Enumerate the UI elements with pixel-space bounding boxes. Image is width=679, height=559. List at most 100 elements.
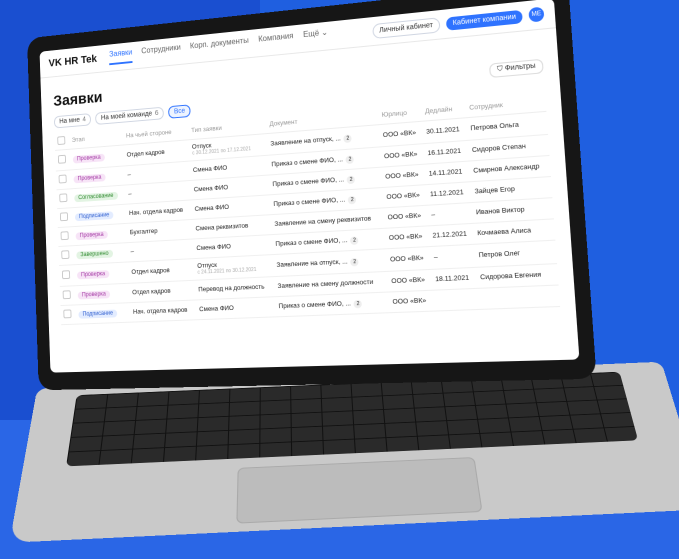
side-cell: Нач. отдела кадров: [129, 299, 197, 323]
status-badge: Проверка: [72, 153, 106, 164]
document-count: 2: [350, 257, 359, 266]
header-checkbox-cell: [54, 132, 70, 151]
entity-cell: ООО «ВК»: [386, 246, 432, 272]
document-name: Заявление на отпуск, ...: [276, 258, 348, 269]
entity-cell: ООО «ВК»: [382, 184, 428, 208]
chip-label: На мне: [59, 116, 80, 126]
row-checkbox[interactable]: [58, 174, 67, 184]
filter-chip[interactable]: На мне 4: [53, 113, 92, 129]
deadline-cell: 21.12.2021: [428, 223, 475, 247]
table-body: Проверка Отдел кадров Отпуск с 30.12.2021 п…: [55, 111, 561, 325]
document-count: 2: [350, 235, 359, 245]
document-count: 2: [345, 154, 355, 164]
employee-cell: [477, 285, 561, 310]
type-label: Смена ФИО: [196, 243, 232, 253]
document-count: 2: [343, 133, 353, 143]
document-link[interactable]: Заявление на отпуск, ... 2: [270, 132, 377, 148]
type-label: Смена ФИО: [194, 203, 230, 213]
row-checkbox[interactable]: [62, 290, 71, 300]
row-checkbox[interactable]: [60, 231, 69, 241]
status-badge: Подписание: [77, 309, 118, 319]
status-badge: Подписание: [74, 210, 114, 221]
document-link[interactable]: Приказ о смене ФИО, ... 2: [278, 298, 386, 310]
document-name: Приказ о смене ФИО, ...: [273, 196, 346, 209]
stage-cell: Проверка: [74, 283, 130, 305]
row-checkbox[interactable]: [61, 270, 71, 280]
nav-item[interactable]: Сотрудники: [141, 43, 181, 62]
document-link[interactable]: Заявление на отпуск, ... 2: [276, 256, 384, 269]
checkbox-cell: [59, 264, 75, 287]
stage-cell: Проверка: [73, 261, 130, 286]
deadline-cell: –: [427, 202, 474, 226]
nav-item[interactable]: Корп. документы: [190, 36, 249, 57]
document-name: Заявление на смену должности: [277, 278, 374, 291]
avatar[interactable]: МЕ: [528, 6, 545, 23]
entity-cell: ООО «ВК»: [388, 290, 434, 313]
document-count: 2: [346, 175, 356, 184]
checkbox-cell: [56, 188, 72, 209]
document-link[interactable]: Приказ о смене ФИО, ... 2: [272, 173, 379, 188]
checkbox-cell: [59, 285, 76, 306]
type-label: Перевод на должность: [198, 283, 265, 294]
type-label: Смена реквизитов: [195, 222, 249, 233]
row-checkbox[interactable]: [59, 212, 69, 222]
row-checkbox[interactable]: [61, 250, 70, 260]
document-link[interactable]: Заявление на смену должности: [277, 278, 385, 290]
entity-cell: ООО «ВК»: [384, 205, 429, 229]
status-badge: Проверка: [73, 173, 107, 183]
entity-cell: ООО «ВК»: [381, 164, 427, 188]
type-label: Смена ФИО: [199, 304, 235, 314]
laptop-screen-bezel: VK HR Tek Заявки Сотрудники Корп. документ…: [27, 0, 597, 391]
row-checkbox[interactable]: [63, 309, 72, 319]
checkbox-cell: [55, 149, 71, 172]
deadline-cell: 14.11.2021: [425, 161, 471, 185]
status-badge: Согласование: [73, 191, 119, 202]
document-name: Заявление на смену реквизитов: [274, 215, 372, 228]
document-count: 2: [353, 299, 363, 308]
filter-chip[interactable]: Все: [168, 104, 191, 119]
checkbox-cell: [60, 304, 76, 325]
laptop-screen: VK HR Tek Заявки Сотрудники Корп. документ…: [39, 0, 580, 373]
personal-cabinet-button[interactable]: Личный кабинет: [371, 16, 441, 39]
type-label: Смена ФИО: [192, 164, 228, 174]
chip-label: На моей команде: [100, 110, 153, 122]
checkbox-cell: [55, 169, 71, 190]
document-link[interactable]: Приказ о смене ФИО, ... 2: [273, 194, 380, 209]
brand-logo: VK HR Tek: [48, 53, 98, 70]
deadline-cell: 11.12.2021: [426, 181, 473, 206]
document-name: Заявление на отпуск, ...: [270, 135, 342, 148]
side-cell: Отдел кадров: [128, 258, 196, 284]
company-cabinet-button[interactable]: Кабинет компании: [446, 9, 523, 31]
entity-cell: ООО «ВК»: [379, 121, 424, 147]
status-badge: Завершено: [75, 249, 114, 259]
touchpad: [236, 457, 483, 524]
main-content: Заявки ⛉ Фильтры На мне 4 На моей команде 6…: [40, 28, 576, 335]
stage-cell: Подписание: [75, 302, 131, 325]
status-badge: Проверка: [76, 269, 110, 279]
nav-item[interactable]: Ещё ⌄: [303, 28, 329, 46]
document-name: Приказ о смене ФИО, ...: [275, 237, 348, 248]
type-label: Смена ФИО: [193, 184, 229, 194]
row-checkbox[interactable]: [59, 193, 68, 203]
document-cell: Приказ о смене ФИО, ... 2: [275, 292, 391, 317]
nav-item[interactable]: Компания: [258, 31, 294, 50]
select-all-checkbox[interactable]: [57, 135, 66, 146]
deadline-cell: 30.11.2021: [422, 117, 469, 144]
document-link[interactable]: Приказ о смене ФИО, ... 2: [271, 153, 378, 169]
page-title: Заявки: [53, 89, 103, 110]
status-badge: Проверка: [77, 289, 111, 300]
document-link[interactable]: Приказ о смене ФИО, ... 2: [275, 235, 383, 249]
document-link[interactable]: Заявление на смену реквизитов: [274, 215, 381, 228]
document-name: Приказ о смене ФИО, ...: [271, 156, 344, 169]
status-badge: Проверка: [75, 230, 109, 240]
document-name: Приказ о смене ФИО, ...: [272, 176, 345, 189]
row-checkbox[interactable]: [57, 154, 67, 164]
document-name: Приказ о смене ФИО, ...: [278, 300, 352, 311]
chip-label: Все: [173, 107, 186, 116]
deadline-cell: 18.11.2021: [431, 267, 478, 291]
deadline-cell: [432, 288, 479, 312]
document-count: 2: [347, 195, 357, 204]
nav-item[interactable]: Заявки: [109, 47, 133, 66]
checkbox-cell: [57, 207, 73, 228]
side-cell: Отдел кадров: [129, 280, 196, 303]
